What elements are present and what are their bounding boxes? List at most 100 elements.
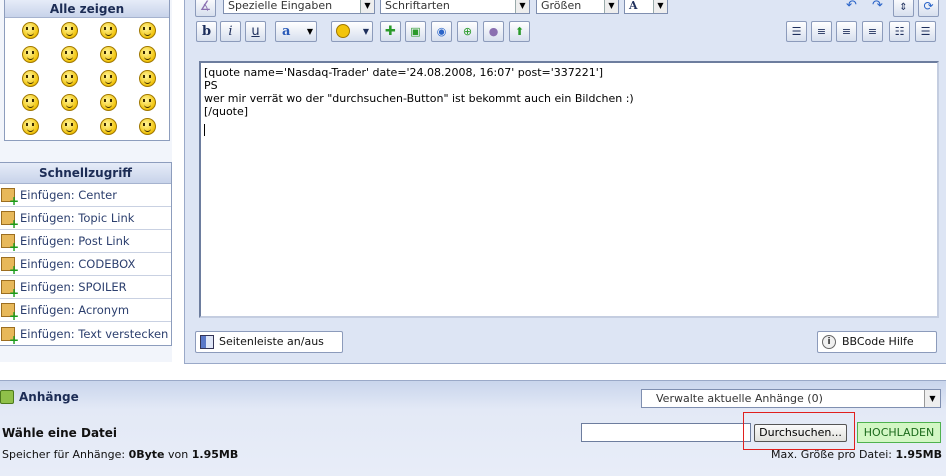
smiley-9-icon[interactable]	[22, 70, 39, 87]
font-color-label: A	[629, 0, 638, 12]
insert-plus-icon	[1, 326, 19, 345]
align-right-icon[interactable]: ≡	[862, 21, 883, 42]
smiley-16-icon[interactable]	[139, 94, 156, 111]
quick-access-item[interactable]: Einfügen: Center	[0, 184, 171, 207]
swap-icon[interactable]: ⟳	[918, 0, 939, 17]
attachments-title-text: Anhänge	[19, 390, 79, 404]
sidebar-icon	[200, 335, 214, 349]
storage-used: 0Byte	[128, 448, 165, 461]
max-size-value: 1.95MB	[895, 448, 942, 461]
smiley-3-icon[interactable]	[100, 22, 117, 39]
smiley-4-icon[interactable]	[139, 22, 156, 39]
smiley-17-icon[interactable]	[22, 118, 39, 135]
link-icon[interactable]: ⊕	[457, 21, 478, 42]
image-icon[interactable]: ▣	[405, 21, 426, 42]
smiley-11-icon[interactable]	[100, 70, 117, 87]
font-color-select[interactable]: A ▼	[624, 0, 668, 14]
align-center-icon[interactable]: ≡	[836, 21, 857, 42]
smiley-20-icon[interactable]	[139, 118, 156, 135]
sidebar-toggle-button[interactable]: Seitenleiste an/aus	[195, 331, 343, 353]
editor-line: [/quote]	[204, 105, 249, 118]
quick-access-item[interactable]: Einfügen: Text verstecken	[0, 322, 171, 345]
smiley-2-icon[interactable]	[61, 22, 78, 39]
upload-button[interactable]: HOCHLADEN	[857, 422, 941, 443]
editor-line: PS	[204, 79, 218, 92]
manage-attachments-select[interactable]: Verwalte aktuelle Anhänge (0) ▼	[641, 389, 941, 408]
size-select-value: Größen	[541, 0, 582, 12]
bbcode-help-button[interactable]: i BBCode Hilfe	[817, 331, 937, 353]
smiley-15-icon[interactable]	[100, 94, 117, 111]
insert-plus-icon	[1, 303, 19, 321]
message-textarea[interactable]: [quote name='Nasdaq-Trader' date='24.08.…	[199, 61, 939, 318]
editor-panel: ∡ Spezielle Eingaben ▼ Schriftarten ▼ Größ…	[184, 0, 946, 364]
attachments-title: Anhänge	[0, 390, 79, 404]
quick-access-item[interactable]: Einfügen: Topic Link	[0, 207, 171, 230]
toolbar-row-1: ∡ Spezielle Eingaben ▼ Schriftarten ▼ Größ…	[185, 0, 946, 17]
bbcode-help-label: BBCode Hilfe	[842, 335, 914, 348]
undo-icon[interactable]: ↶	[841, 0, 862, 17]
quick-access-label: Einfügen: SPOILER	[20, 280, 127, 294]
quick-access-label: Einfügen: Text verstecken	[20, 326, 169, 341]
smiley-8-icon[interactable]	[139, 46, 156, 63]
special-input-select[interactable]: Spezielle Eingaben ▼	[223, 0, 375, 14]
editor-line: wer mir verrät wo der "durchsuchen-Butto…	[204, 92, 634, 105]
storage-of: von	[164, 448, 192, 461]
italic-button[interactable]: i	[220, 21, 241, 42]
smiley-18-icon[interactable]	[61, 118, 78, 135]
font-select-value: Schriftarten	[385, 0, 450, 12]
smiley-1-icon[interactable]	[22, 22, 39, 39]
text-caret	[204, 124, 205, 136]
insert-plus-icon	[1, 280, 19, 298]
font-style-dropdown[interactable]: a ▼	[275, 21, 317, 42]
quick-access-item[interactable]: Einfügen: Post Link	[0, 230, 171, 253]
redo-icon[interactable]: ↷	[867, 0, 888, 17]
file-path-input[interactable]	[581, 423, 751, 442]
add-icon[interactable]: ✚	[380, 21, 401, 42]
underline-button[interactable]: u	[245, 21, 266, 42]
smiley-5-icon[interactable]	[22, 46, 39, 63]
bold-button[interactable]: b	[196, 21, 217, 42]
smiley-6-icon[interactable]	[61, 46, 78, 63]
smiley-12-icon[interactable]	[139, 70, 156, 87]
quick-access-label: Einfügen: Topic Link	[20, 211, 135, 225]
info-icon: i	[822, 335, 836, 349]
align-left-icon[interactable]: ≡	[811, 21, 832, 42]
storage-info: Speicher für Anhänge: 0Byte von 1.95MB	[2, 448, 238, 461]
storage-total: 1.95MB	[191, 448, 239, 461]
smiley-14-icon[interactable]	[61, 94, 78, 111]
font-select[interactable]: Schriftarten ▼	[380, 0, 530, 14]
quick-access-panel: Schnellzugriff Einfügen: Center Einfügen…	[0, 162, 172, 346]
media-icon[interactable]: ◉	[431, 21, 452, 42]
size-select[interactable]: Größen ▼	[536, 0, 619, 14]
smiley-13-icon[interactable]	[22, 94, 39, 111]
smiley-19-icon[interactable]	[100, 118, 117, 135]
insert-plus-icon	[1, 234, 19, 252]
insert-plus-icon	[1, 211, 19, 229]
chevron-down-icon: ▼	[653, 0, 667, 13]
special-chars-icon[interactable]: ∡	[195, 0, 216, 17]
show-all-smileys-link[interactable]: Alle zeigen	[5, 0, 169, 18]
chevron-down-icon: ▼	[360, 0, 374, 13]
insert-plus-icon	[1, 257, 19, 275]
quick-access-label: Einfügen: Post Link	[20, 234, 130, 248]
bulleted-list-icon[interactable]: ☰	[915, 21, 936, 42]
editor-line: [quote name='Nasdaq-Trader' date='24.08.…	[204, 66, 604, 79]
quick-access-label: Einfügen: Acronym	[20, 303, 130, 317]
manage-attachments-value: Verwalte aktuelle Anhänge (0)	[656, 392, 823, 405]
quick-access-item[interactable]: Einfügen: CODEBOX	[0, 253, 171, 276]
quote-bubble-icon[interactable]: ●	[483, 21, 504, 42]
chevron-down-icon: ▼	[515, 0, 529, 13]
resize-icon[interactable]: ⇕	[893, 0, 914, 17]
font-style-label: a	[282, 24, 291, 39]
numbered-list-icon[interactable]: ☷	[889, 21, 910, 42]
indent-icon[interactable]: ☰	[786, 21, 807, 42]
smiley-10-icon[interactable]	[61, 70, 78, 87]
quick-access-item[interactable]: Einfügen: Acronym	[0, 299, 171, 322]
insert-plus-icon	[1, 188, 19, 206]
smiley-7-icon[interactable]	[100, 46, 117, 63]
emoticon-dropdown[interactable]: ▼	[331, 21, 373, 42]
quick-access-item[interactable]: Einfügen: SPOILER	[0, 276, 171, 299]
quick-access-label: Einfügen: CODEBOX	[20, 257, 136, 271]
upload-icon[interactable]: ⬆	[509, 21, 530, 42]
special-input-select-value: Spezielle Eingaben	[228, 0, 333, 12]
